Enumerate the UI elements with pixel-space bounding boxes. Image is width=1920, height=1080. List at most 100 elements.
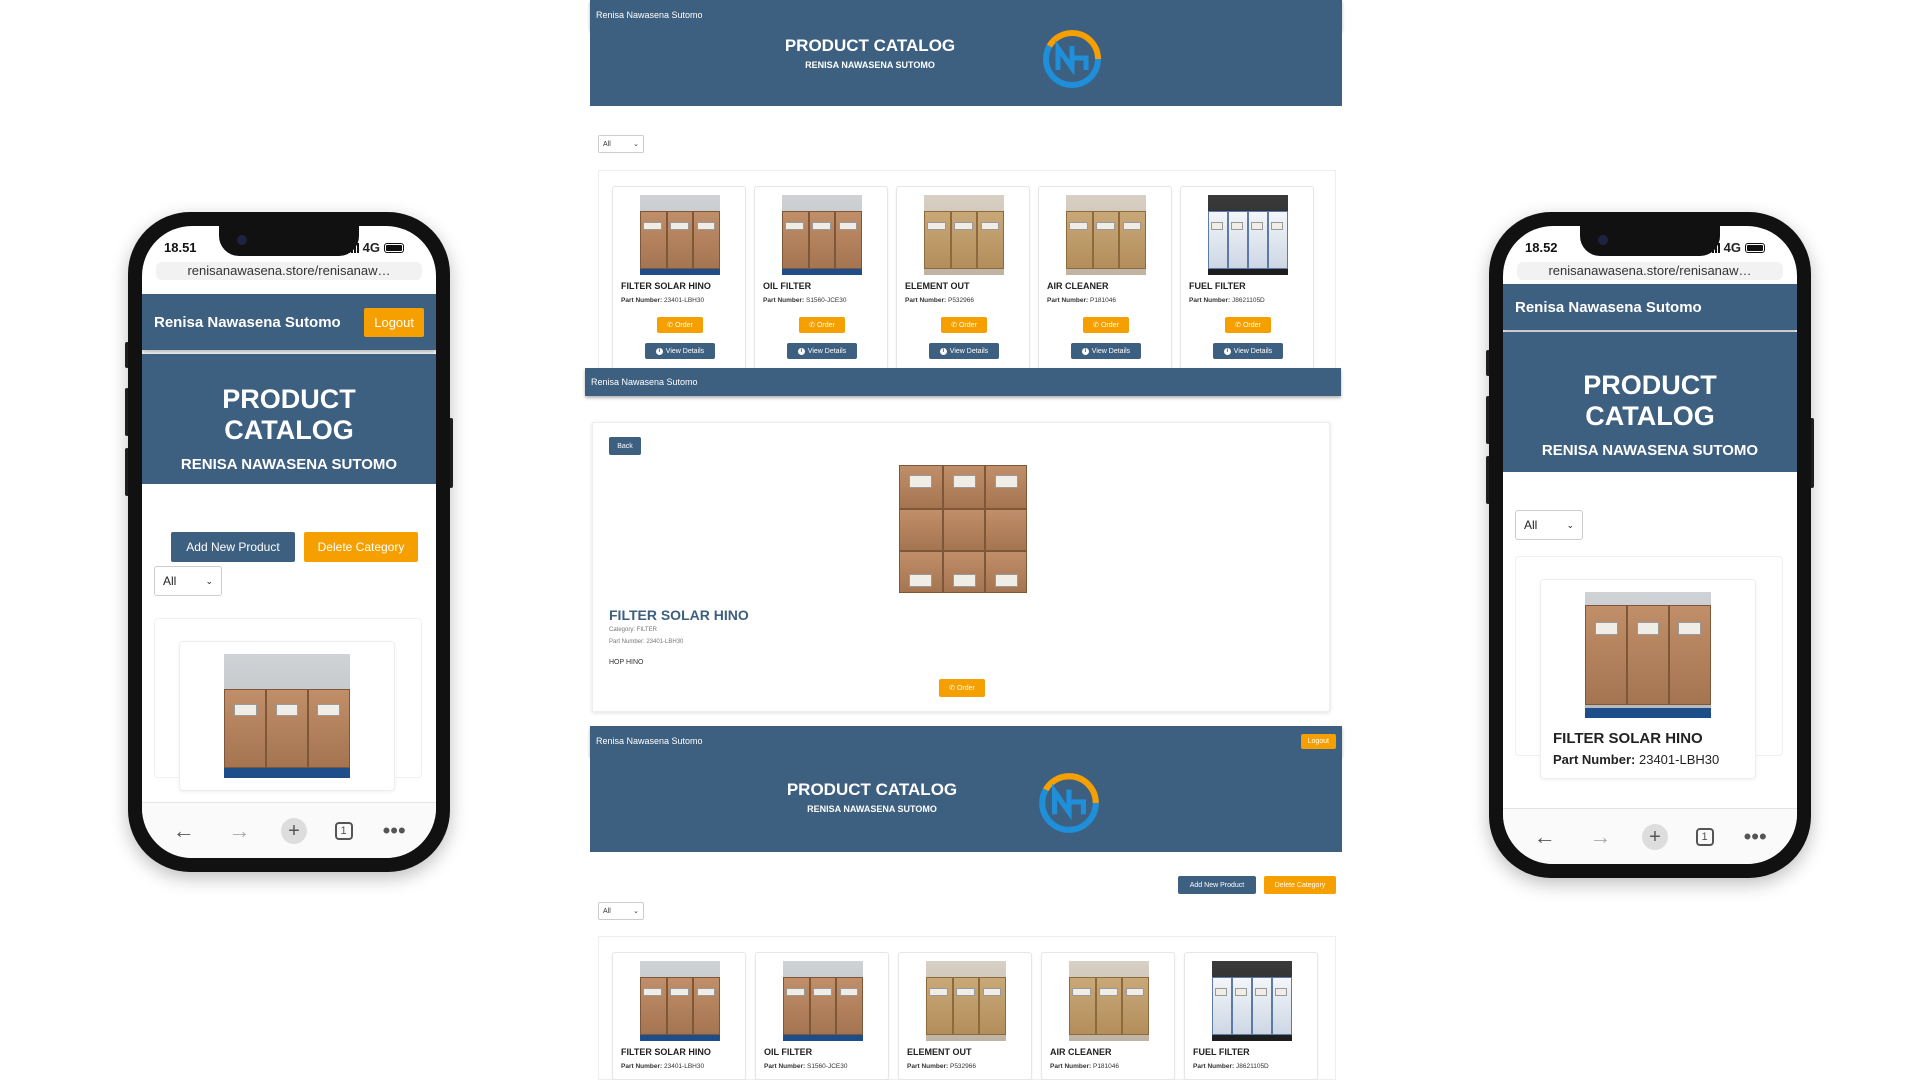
- part-number-label: Part Number:: [905, 297, 948, 304]
- product-card[interactable]: FUEL FILTER Part Number: J8621105D: [1184, 952, 1318, 1080]
- page-subtitle: RENISA NAWASENA SUTOMO: [1541, 442, 1759, 459]
- navbar-brand[interactable]: Renisa Nawasena Sutomo: [1515, 299, 1702, 316]
- add-new-product-button[interactable]: Add New Product: [1178, 876, 1256, 894]
- product-image: [783, 961, 863, 1041]
- order-button-label: Order: [958, 321, 977, 329]
- view-details-button[interactable]: i View Details: [929, 343, 999, 359]
- address-bar[interactable]: renisanawasena.store/renisanaw…: [1517, 262, 1783, 280]
- delete-category-button[interactable]: Delete Category: [304, 532, 418, 562]
- category-filter-select[interactable]: All ⌄: [1515, 510, 1583, 540]
- navbar-brand[interactable]: Renisa Nawasena Sutomo: [596, 10, 703, 20]
- view-details-button[interactable]: i View Details: [645, 343, 715, 359]
- part-number-label: Part Number:: [1189, 297, 1232, 304]
- view-details-button[interactable]: i View Details: [787, 343, 857, 359]
- page-title: PRODUCT CATALOG: [222, 384, 356, 445]
- product-card[interactable]: [179, 641, 395, 791]
- navbar: Renisa Nawasena Sutomo: [1503, 284, 1797, 330]
- product-image: [1208, 195, 1288, 275]
- forward-arrow-icon[interactable]: →: [1586, 824, 1614, 850]
- back-button[interactable]: Back: [609, 437, 641, 455]
- order-button-label: Order: [956, 684, 975, 692]
- navbar-brand[interactable]: Renisa Nawasena Sutomo: [154, 314, 341, 331]
- logout-button[interactable]: Logout: [1300, 733, 1336, 749]
- logout-button[interactable]: Logout: [364, 307, 424, 337]
- product-name: ELEMENT OUT: [905, 281, 970, 291]
- order-button[interactable]: ✆ Order: [1083, 317, 1129, 333]
- view-details-button[interactable]: i View Details: [1071, 343, 1141, 359]
- phone-left: 18.51 4G renisanawasena.store/renisanaw……: [128, 212, 450, 872]
- part-number-label: Part Number:: [1050, 1063, 1093, 1070]
- product-card[interactable]: FILTER SOLAR HINO Part Number: 23401-LBH3…: [612, 186, 746, 370]
- order-button[interactable]: ✆ Order: [939, 679, 985, 697]
- network-label: 4G: [362, 240, 380, 255]
- part-number-value: S1560-JCE30: [805, 297, 847, 304]
- product-image: [640, 195, 720, 275]
- more-menu-icon[interactable]: •••: [380, 818, 408, 844]
- order-button[interactable]: ✆ Order: [799, 317, 845, 333]
- battery-icon: [1745, 242, 1765, 253]
- order-button[interactable]: ✆ Order: [941, 317, 987, 333]
- chevron-down-icon: ⌄: [633, 141, 639, 148]
- part-number-label: Part Number:: [1047, 297, 1090, 304]
- product-image: [224, 654, 350, 778]
- order-button-label: Order: [816, 321, 835, 329]
- more-menu-icon[interactable]: •••: [1741, 824, 1769, 850]
- phone-right-screen: 18.52 4G renisanawasena.store/renisanaw……: [1503, 226, 1797, 864]
- page-title: PRODUCT CATALOG: [784, 36, 956, 55]
- product-name: FILTER SOLAR HINO: [609, 607, 749, 623]
- order-button[interactable]: ✆ Order: [657, 317, 703, 333]
- category-filter-select[interactable]: All ⌄: [598, 135, 644, 153]
- info-icon: i: [939, 347, 947, 355]
- product-card[interactable]: ELEMENT OUT Part Number: P532966: [898, 952, 1032, 1080]
- navbar: Renisa Nawasena Sutomo Logout: [590, 726, 1342, 756]
- product-card[interactable]: AIR CLEANER Part Number: P181046 ✆ Order i Vi…: [1038, 186, 1172, 370]
- category-filter-value: All: [1524, 518, 1538, 532]
- back-arrow-icon[interactable]: ←: [1531, 824, 1559, 850]
- product-name: ELEMENT OUT: [907, 1047, 972, 1057]
- forward-arrow-icon[interactable]: →: [225, 818, 253, 844]
- back-arrow-icon[interactable]: ←: [170, 818, 198, 844]
- order-button[interactable]: ✆ Order: [1225, 317, 1271, 333]
- product-card[interactable]: AIR CLEANER Part Number: P181046: [1041, 952, 1175, 1080]
- whatsapp-icon: ✆: [667, 322, 673, 329]
- navbar-brand[interactable]: Renisa Nawasena Sutomo: [591, 377, 698, 387]
- part-number-label: Part Number:: [764, 1063, 807, 1070]
- part-number-value: 23401-LBH30: [1638, 752, 1720, 767]
- address-bar[interactable]: renisanawasena.store/renisanaw…: [156, 262, 422, 280]
- delete-category-button[interactable]: Delete Category: [1264, 876, 1336, 894]
- navbar-brand[interactable]: Renisa Nawasena Sutomo: [596, 736, 703, 746]
- chevron-down-icon: ⌄: [1566, 519, 1574, 530]
- part-number-value: P181046: [1089, 297, 1117, 304]
- add-new-product-button[interactable]: Add New Product: [171, 532, 295, 562]
- product-card[interactable]: FILTER SOLAR HINO Part Number: 23401-LBH3…: [612, 952, 746, 1080]
- part-number-value: S1560-JCE30: [806, 1063, 848, 1070]
- new-tab-plus-icon[interactable]: +: [1641, 823, 1668, 850]
- tabs-icon[interactable]: 1: [334, 821, 353, 840]
- chevron-down-icon: ⌄: [205, 575, 213, 586]
- product-card[interactable]: OIL FILTER Part Number: S1560-JCE30 ✆ Order…: [754, 186, 888, 370]
- camera-icon: [1598, 235, 1608, 245]
- new-tab-plus-icon[interactable]: +: [280, 817, 307, 844]
- product-name: OIL FILTER: [764, 1047, 813, 1057]
- product-name: FILTER SOLAR HINO: [1553, 730, 1703, 747]
- tabs-icon[interactable]: 1: [1695, 827, 1714, 846]
- category-filter-select[interactable]: All ⌄: [598, 902, 644, 920]
- product-name: FUEL FILTER: [1189, 281, 1246, 291]
- phone-right-notch: [1580, 226, 1720, 256]
- product-name: FUEL FILTER: [1193, 1047, 1250, 1057]
- info-icon: i: [1223, 347, 1231, 355]
- product-card[interactable]: OIL FILTER Part Number: S1560-JCE30: [755, 952, 889, 1080]
- view-details-button[interactable]: i View Details: [1213, 343, 1283, 359]
- product-card[interactable]: ELEMENT OUT Part Number: P532966 ✆ Order i Vi…: [896, 186, 1030, 370]
- part-number-value: 23401-LBH30: [663, 1063, 705, 1070]
- product-image: [1212, 961, 1292, 1041]
- info-icon: i: [655, 347, 663, 355]
- category-filter-value: All: [603, 140, 611, 148]
- category-filter-select[interactable]: All ⌄: [154, 566, 222, 596]
- product-card[interactable]: FUEL FILTER Part Number: J8621105D ✆ Order i…: [1180, 186, 1314, 370]
- view-details-label: View Details: [949, 347, 989, 355]
- navbar: Renisa Nawasena Sutomo: [590, 0, 1342, 30]
- product-part-number: Part Number: P532966: [907, 1063, 976, 1070]
- product-card[interactable]: FILTER SOLAR HINO Part Number: 23401-LBH…: [1540, 579, 1756, 779]
- product-description: HOP HINO: [609, 659, 644, 666]
